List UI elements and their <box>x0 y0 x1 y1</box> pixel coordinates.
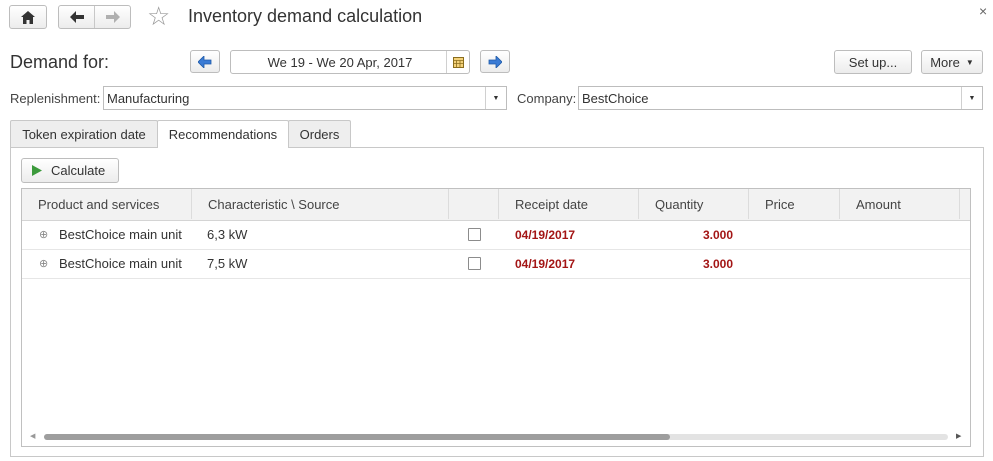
quantity-cell: 3.000 <box>702 227 733 242</box>
recommendations-table: Product and services Characteristic \ So… <box>21 188 971 447</box>
expand-icon[interactable]: ⊕ <box>39 249 48 278</box>
home-button[interactable] <box>9 5 47 29</box>
column-header-receipt-date[interactable]: Receipt date <box>499 189 639 219</box>
company-select[interactable]: BestChoice ▼ <box>578 86 983 110</box>
calculate-button[interactable]: Calculate <box>21 158 119 183</box>
tab-token-expiration-date[interactable]: Token expiration date <box>10 120 158 147</box>
more-label: More <box>930 54 960 70</box>
period-prev-button[interactable] <box>190 50 220 73</box>
chevron-down-icon: ▼ <box>968 94 976 102</box>
replenishment-select[interactable]: Manufacturing ▼ <box>103 86 507 110</box>
company-value: BestChoice <box>582 90 649 106</box>
quantity-cell: 3.000 <box>702 256 733 271</box>
calculate-label: Calculate <box>51 163 106 178</box>
table-header: Product and services Characteristic \ So… <box>22 189 970 221</box>
column-header-check[interactable] <box>449 189 499 219</box>
period-field[interactable]: We 19 - We 20 Apr, 2017 <box>230 50 470 74</box>
scroll-right-icon[interactable]: ▶ <box>956 432 961 440</box>
receipt-date-cell: 04/19/2017 <box>515 256 576 271</box>
replenishment-label: Replenishment: <box>10 91 101 106</box>
column-header-quantity[interactable]: Quantity <box>639 189 749 219</box>
table-row[interactable]: ⊕ BestChoice main unit 7,5 kW 04/19/2017… <box>22 249 970 279</box>
chevron-down-icon: ▼ <box>492 94 500 102</box>
close-icon[interactable]: × <box>979 3 987 19</box>
favorite-star-icon[interactable]: ☆ <box>147 2 170 30</box>
chevron-down-icon: ▼ <box>965 57 974 67</box>
more-button[interactable]: More ▼ <box>921 50 983 74</box>
characteristic-cell: 6,3 kW <box>207 227 248 242</box>
nav-group <box>58 5 131 29</box>
replenishment-value: Manufacturing <box>107 90 190 106</box>
arrow-right-icon <box>488 55 502 68</box>
setup-button[interactable]: Set up... <box>834 50 912 74</box>
period-next-button[interactable] <box>480 50 510 73</box>
calendar-button[interactable] <box>446 51 469 73</box>
company-label: Company: <box>517 91 577 106</box>
expand-icon[interactable]: ⊕ <box>39 220 48 249</box>
arrow-right-icon <box>105 11 120 23</box>
forward-button[interactable] <box>95 6 130 28</box>
period-value: We 19 - We 20 Apr, 2017 <box>267 54 413 70</box>
row-checkbox[interactable] <box>468 228 481 241</box>
product-cell: BestChoice main unit <box>59 227 182 242</box>
dropdown-button[interactable]: ▼ <box>485 87 506 109</box>
arrow-left-icon <box>198 55 212 68</box>
calendar-icon <box>452 56 464 68</box>
column-header-amount[interactable]: Amount <box>840 189 960 219</box>
window-title: Inventory demand calculation <box>188 6 423 26</box>
characteristic-cell: 7,5 kW <box>207 256 248 271</box>
table-row[interactable]: ⊕ BestChoice main unit 6,3 kW 04/19/2017… <box>22 220 970 250</box>
column-header-characteristic[interactable]: Characteristic \ Source <box>192 189 449 219</box>
arrow-left-icon <box>69 11 84 23</box>
scrollbar-thumb[interactable] <box>44 434 670 440</box>
scrollbar-track[interactable] <box>44 434 948 440</box>
scroll-left-icon[interactable]: ◀ <box>30 432 35 440</box>
product-cell: BestChoice main unit <box>59 256 182 271</box>
play-icon <box>32 165 42 176</box>
receipt-date-cell: 04/19/2017 <box>515 227 576 242</box>
column-header-price[interactable]: Price <box>749 189 840 219</box>
tab-orders[interactable]: Orders <box>288 120 351 147</box>
row-checkbox[interactable] <box>468 257 481 270</box>
tab-recommendations[interactable]: Recommendations <box>157 120 289 148</box>
column-header-product[interactable]: Product and services <box>22 189 192 219</box>
horizontal-scrollbar[interactable]: ◀ ▶ <box>22 429 970 446</box>
setup-label: Set up... <box>848 54 898 70</box>
back-button[interactable] <box>59 6 95 28</box>
dropdown-button[interactable]: ▼ <box>961 87 982 109</box>
home-icon <box>21 10 35 24</box>
demand-for-label: Demand for: <box>10 52 110 72</box>
